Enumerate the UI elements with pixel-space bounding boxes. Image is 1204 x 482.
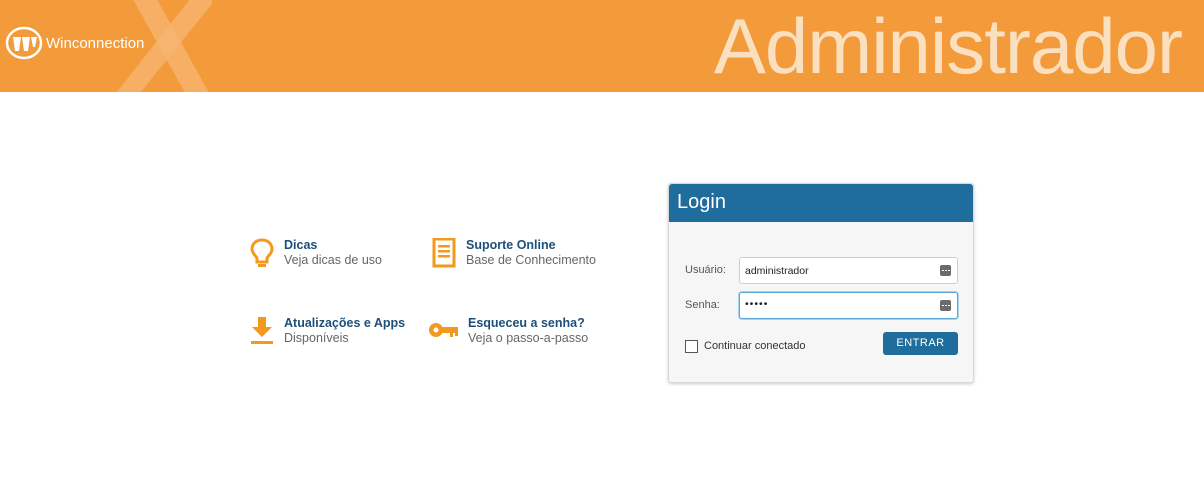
remember-label[interactable]: Continuar conectado	[704, 340, 806, 352]
header-banner: Winconnection Administrador	[0, 0, 1204, 92]
download-icon	[251, 317, 273, 344]
link-suporte-subtitle: Base de Conhecimento	[466, 253, 596, 267]
document-icon	[432, 238, 456, 268]
lightbulb-icon	[250, 238, 274, 267]
page-title: Administrador	[713, 2, 1183, 90]
login-submit-button[interactable]: ENTRAR	[883, 332, 958, 355]
link-dicas-title: Dicas	[284, 238, 318, 252]
password-label: Senha:	[685, 299, 720, 311]
link-esqueceu-senha[interactable]: Esqueceu a senha? Veja o passo-a-passo	[428, 316, 588, 348]
winconnection-logo[interactable]: Winconnection	[4, 25, 144, 61]
link-dicas[interactable]: Dicas Veja dicas de uso	[250, 238, 382, 270]
password-manager-icon[interactable]	[940, 265, 951, 276]
username-field[interactable]: administrador	[739, 257, 958, 284]
link-atualizacoes-title: Atualizações e Apps	[284, 316, 406, 330]
link-dicas-subtitle: Veja dicas de uso	[284, 253, 382, 267]
login-panel: Login Usuário: administrador Senha: ••••…	[668, 183, 974, 383]
remember-checkbox[interactable]	[685, 340, 698, 353]
key-icon	[429, 323, 458, 337]
password-field[interactable]: •••••	[739, 292, 958, 319]
link-senha-subtitle: Veja o passo-a-passo	[468, 331, 589, 345]
password-manager-icon[interactable]	[940, 300, 951, 311]
password-value: •••••	[745, 298, 769, 310]
username-value: administrador	[745, 265, 809, 277]
username-label: Usuário:	[685, 264, 726, 276]
brand-name: Winconnection	[46, 34, 145, 52]
link-atualizacoes[interactable]: Atualizações e Apps Disponíveis	[250, 316, 405, 348]
link-senha-title: Esqueceu a senha?	[468, 316, 585, 330]
link-atualizacoes-subtitle: Disponíveis	[284, 331, 349, 345]
login-title: Login	[669, 184, 973, 222]
link-suporte-online[interactable]: Suporte Online Base de Conhecimento	[432, 238, 596, 270]
link-suporte-title: Suporte Online	[466, 238, 556, 252]
winconnection-logo-icon	[5, 26, 43, 60]
